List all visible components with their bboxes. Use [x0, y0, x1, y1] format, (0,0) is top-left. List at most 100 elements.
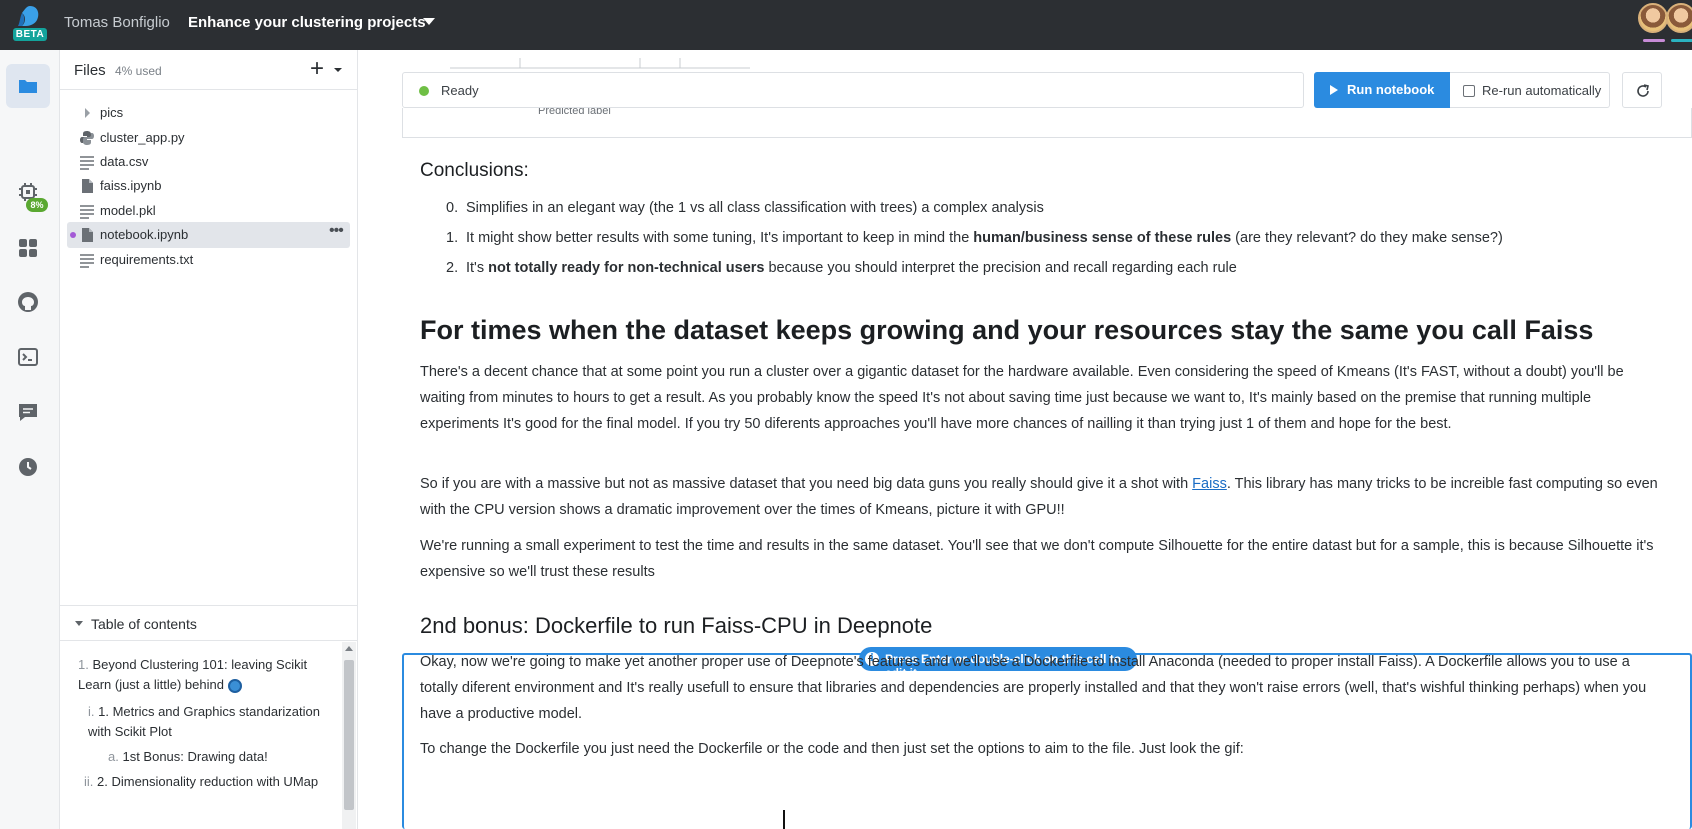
files-header: Files 4% used + — [60, 50, 358, 90]
toc-number: ii. — [84, 774, 94, 789]
file-name: faiss.ipynb — [100, 178, 162, 193]
notebook-main: Predicted label Ready Run notebook Re-ru… — [358, 50, 1692, 829]
conclusions-list: 0. Simplifies in an elegant way (the 1 vs… — [420, 193, 1620, 283]
list-item: 1. It might show better results with some… — [420, 223, 1620, 253]
faiss-heading: For times when the dataset keeps growing… — [420, 315, 1594, 345]
globe-icon — [227, 678, 242, 693]
scroll-up-icon[interactable] — [345, 646, 353, 651]
deepnote-logo[interactable]: BETA — [10, 4, 50, 42]
toc-scrollbar[interactable] — [342, 642, 356, 829]
toc-item[interactable]: a. 1st Bonus: Drawing data! — [108, 747, 328, 767]
file-item-data-csv[interactable]: data.csv — [67, 149, 350, 175]
chevron-right-icon — [85, 108, 90, 118]
beta-badge: BETA — [13, 28, 47, 41]
github-icon — [18, 292, 38, 312]
chevron-down-icon[interactable] — [334, 68, 342, 72]
list-text: because you should interpret the precisi… — [764, 260, 1237, 276]
paragraph-text: So if you are with a massive but not as … — [420, 476, 1193, 492]
status-text: Ready — [441, 83, 479, 98]
toc-text: 2. Dimensionality reduction with UMap — [97, 774, 319, 789]
terminal-nav-button[interactable] — [6, 335, 50, 379]
restart-button[interactable] — [1622, 72, 1662, 108]
logo-icon — [18, 6, 39, 26]
toc-item[interactable]: i. 1. Metrics and Graphics standarizatio… — [88, 702, 328, 742]
text-file-icon — [80, 205, 94, 219]
toc-number: 1. — [78, 657, 89, 672]
avatar[interactable] — [1638, 3, 1668, 33]
avatar[interactable] — [1666, 3, 1692, 33]
history-icon — [19, 458, 37, 476]
toc-header[interactable]: Table of contents — [60, 605, 358, 641]
integrations-icon — [19, 239, 37, 257]
list-number: 0. — [446, 200, 459, 216]
github-nav-button[interactable] — [6, 280, 50, 324]
active-indicator — [70, 232, 76, 238]
file-item-model-pkl[interactable]: model.pkl — [67, 198, 350, 224]
list-number: 2. — [446, 260, 459, 276]
rerun-automatically-toggle[interactable]: Re-run automatically — [1450, 72, 1610, 108]
file-name: model.pkl — [100, 203, 156, 218]
top-bar: BETA Tomas Bonfiglio Enhance your cluste… — [0, 0, 1692, 50]
file-item-pics[interactable]: pics — [67, 100, 350, 126]
workspace-owner[interactable]: Tomas Bonfiglio — [64, 14, 170, 31]
history-nav-button[interactable] — [6, 445, 50, 489]
play-icon — [1330, 85, 1338, 95]
scrollbar-thumb[interactable] — [344, 660, 354, 810]
terminal-icon — [18, 348, 38, 366]
icon-rail: 8% — [0, 50, 60, 829]
paragraph: We're running a small experiment to test… — [420, 538, 1654, 580]
file-name: data.csv — [100, 154, 149, 169]
chevron-down-icon[interactable] — [423, 18, 435, 25]
folder-icon — [19, 80, 37, 93]
list-text-bold: human/business sense of these rules — [973, 230, 1232, 246]
more-options-icon[interactable]: ••• — [329, 222, 344, 240]
files-title: Files — [74, 62, 106, 79]
text-file-icon — [80, 156, 94, 170]
kernel-status: Ready — [402, 72, 1304, 108]
python-file-icon — [80, 131, 94, 145]
comments-nav-button[interactable] — [6, 390, 50, 434]
list-item: 2. It's not totally ready for non-technic… — [420, 253, 1620, 283]
list-number: 1. — [446, 230, 459, 246]
toc-item[interactable]: 1. Beyond Clustering 101: leaving Scikit… — [78, 655, 318, 695]
run-notebook-button[interactable]: Run notebook — [1314, 72, 1450, 108]
toc-text: 1st Bonus: Drawing data! — [122, 749, 268, 764]
files-nav-button[interactable] — [6, 64, 50, 108]
list-text: It's — [466, 260, 489, 276]
environment-usage-badge: 8% — [26, 198, 48, 212]
toc-text: Beyond Clustering 101: leaving Scikit Le… — [78, 657, 308, 692]
run-notebook-label: Run notebook — [1347, 82, 1435, 97]
integrations-nav-button[interactable] — [6, 226, 50, 270]
paragraph: So if you are with a massive but not as … — [420, 471, 1660, 523]
notebook-file-icon — [82, 179, 93, 193]
file-name: cluster_app.py — [100, 130, 185, 145]
file-item-notebook[interactable]: notebook.ipynb ••• — [67, 222, 350, 248]
file-item-cluster-app[interactable]: cluster_app.py — [67, 125, 350, 151]
toc-title: Table of contents — [91, 616, 197, 632]
file-item-faiss[interactable]: faiss.ipynb — [67, 173, 350, 199]
toc-number: a. — [108, 749, 119, 764]
toc-text: 1. Metrics and Graphics standarization w… — [88, 704, 320, 739]
project-title[interactable]: Enhance your clustering projects — [188, 14, 426, 31]
file-item-requirements[interactable]: requirements.txt — [67, 247, 350, 273]
bonus-heading: 2nd bonus: Dockerfile to run Faiss-CPU i… — [420, 613, 933, 638]
chevron-down-icon — [75, 621, 83, 626]
toc-item[interactable]: ii. 2. Dimensionality reduction with UMa… — [84, 772, 324, 792]
add-file-button[interactable]: + — [310, 55, 324, 83]
faiss-link[interactable]: Faiss — [1192, 476, 1227, 492]
refresh-icon — [1637, 84, 1649, 97]
avatar-indicator — [1643, 39, 1665, 42]
status-dot — [419, 86, 429, 96]
chart-axis-fragment — [450, 58, 750, 69]
list-text: Simplifies in an elegant way (the 1 vs a… — [466, 200, 1044, 216]
rerun-checkbox[interactable] — [1463, 85, 1475, 97]
file-name: pics — [100, 105, 124, 120]
files-panel: Files 4% used + pics cluster_app.py data… — [60, 50, 358, 829]
avatar-indicator — [1671, 39, 1692, 42]
list-item: 0. Simplifies in an elegant way (the 1 vs… — [420, 193, 1620, 223]
paragraph: To change the Dockerfile you just need t… — [420, 741, 1244, 757]
notebook-file-icon — [82, 228, 93, 242]
toc-number: i. — [88, 704, 95, 719]
list-text-bold: not totally ready for non-technical user… — [488, 260, 765, 276]
list-text: It might show better results with some t… — [466, 230, 974, 246]
